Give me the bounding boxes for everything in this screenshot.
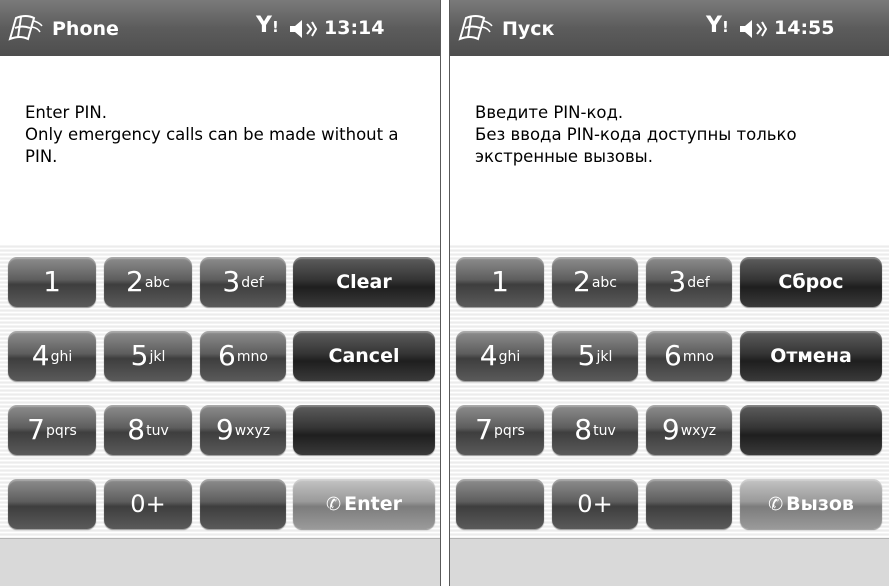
blank-key-right[interactable] xyxy=(646,479,732,529)
key-6[interactable]: 6 mno xyxy=(200,331,286,381)
key-0[interactable]: 0+ xyxy=(552,479,638,529)
keypad: 1 2 abc 3 def Сброс 4 ghi 5 jkl 6 mno Отмена … xyxy=(450,244,889,538)
key-2[interactable]: 2 abc xyxy=(552,257,638,307)
message-line: Enter PIN. xyxy=(25,103,107,122)
key-6[interactable]: 6 mno xyxy=(646,331,732,381)
phone-screen-english: Phone Y! 13:14 Enter PIN. Only emergency… xyxy=(0,0,441,586)
speaker-icon[interactable] xyxy=(288,17,318,41)
signal-antenna-icon[interactable]: Y! xyxy=(706,13,729,41)
message-line: Введите PIN-код. xyxy=(475,103,624,122)
key-9[interactable]: 9 wxyz xyxy=(646,405,732,455)
key-1[interactable]: 1 xyxy=(8,257,96,307)
key-5[interactable]: 5 jkl xyxy=(104,331,192,381)
key-5[interactable]: 5 jkl xyxy=(552,331,638,381)
key-4[interactable]: 4 ghi xyxy=(456,331,544,381)
speaker-icon[interactable] xyxy=(738,17,768,41)
blank-key-left[interactable] xyxy=(456,479,544,529)
key-7[interactable]: 7 pqrs xyxy=(8,405,96,455)
title-bar: Пуск Y! 14:55 xyxy=(450,0,889,56)
cancel-button[interactable]: Cancel xyxy=(293,331,435,381)
clock[interactable]: 13:14 xyxy=(324,17,384,39)
title-bar: Phone Y! 13:14 xyxy=(0,0,440,56)
windows-start-icon[interactable] xyxy=(456,12,496,44)
key-4[interactable]: 4 ghi xyxy=(8,331,96,381)
window-title[interactable]: Пуск xyxy=(502,18,554,40)
clock[interactable]: 14:55 xyxy=(774,17,834,39)
enter-button[interactable]: ✆ Enter xyxy=(293,479,435,529)
blank-key-left[interactable] xyxy=(8,479,96,529)
clear-button[interactable]: Сброс xyxy=(740,257,882,307)
windows-start-icon[interactable] xyxy=(6,12,46,44)
pin-prompt-message: Enter PIN. Only emergency calls can be m… xyxy=(25,102,422,168)
key-9[interactable]: 9 wxyz xyxy=(200,405,286,455)
menu-bar[interactable] xyxy=(0,538,440,586)
phone-handset-icon: ✆ xyxy=(326,493,342,515)
message-line: Only emergency calls can be made without… xyxy=(25,125,399,166)
key-8[interactable]: 8 tuv xyxy=(552,405,638,455)
blank-key[interactable] xyxy=(740,405,882,455)
key-3[interactable]: 3 def xyxy=(200,257,286,307)
signal-antenna-icon[interactable]: Y! xyxy=(256,13,279,41)
window-title[interactable]: Phone xyxy=(52,18,119,40)
phone-handset-icon: ✆ xyxy=(768,493,784,515)
key-3[interactable]: 3 def xyxy=(646,257,732,307)
message-line: Без ввода PIN-кода доступны только экстр… xyxy=(475,125,797,166)
blank-key[interactable] xyxy=(293,405,435,455)
menu-bar[interactable] xyxy=(450,538,889,586)
key-7[interactable]: 7 pqrs xyxy=(456,405,544,455)
key-0[interactable]: 0+ xyxy=(104,479,192,529)
blank-key-right[interactable] xyxy=(200,479,286,529)
key-2[interactable]: 2 abc xyxy=(104,257,192,307)
clear-button[interactable]: Clear xyxy=(293,257,435,307)
key-8[interactable]: 8 tuv xyxy=(104,405,192,455)
pin-prompt-message: Введите PIN-код. Без ввода PIN-кода дост… xyxy=(475,102,871,168)
key-1[interactable]: 1 xyxy=(456,257,544,307)
keypad: 1 2 abc 3 def Clear 4 ghi 5 jkl 6 mno Cancel … xyxy=(0,244,440,538)
call-button[interactable]: ✆ Вызов xyxy=(740,479,882,529)
phone-screen-russian: Пуск Y! 14:55 Введите PIN-код. Без ввода… xyxy=(449,0,889,586)
cancel-button[interactable]: Отмена xyxy=(740,331,882,381)
